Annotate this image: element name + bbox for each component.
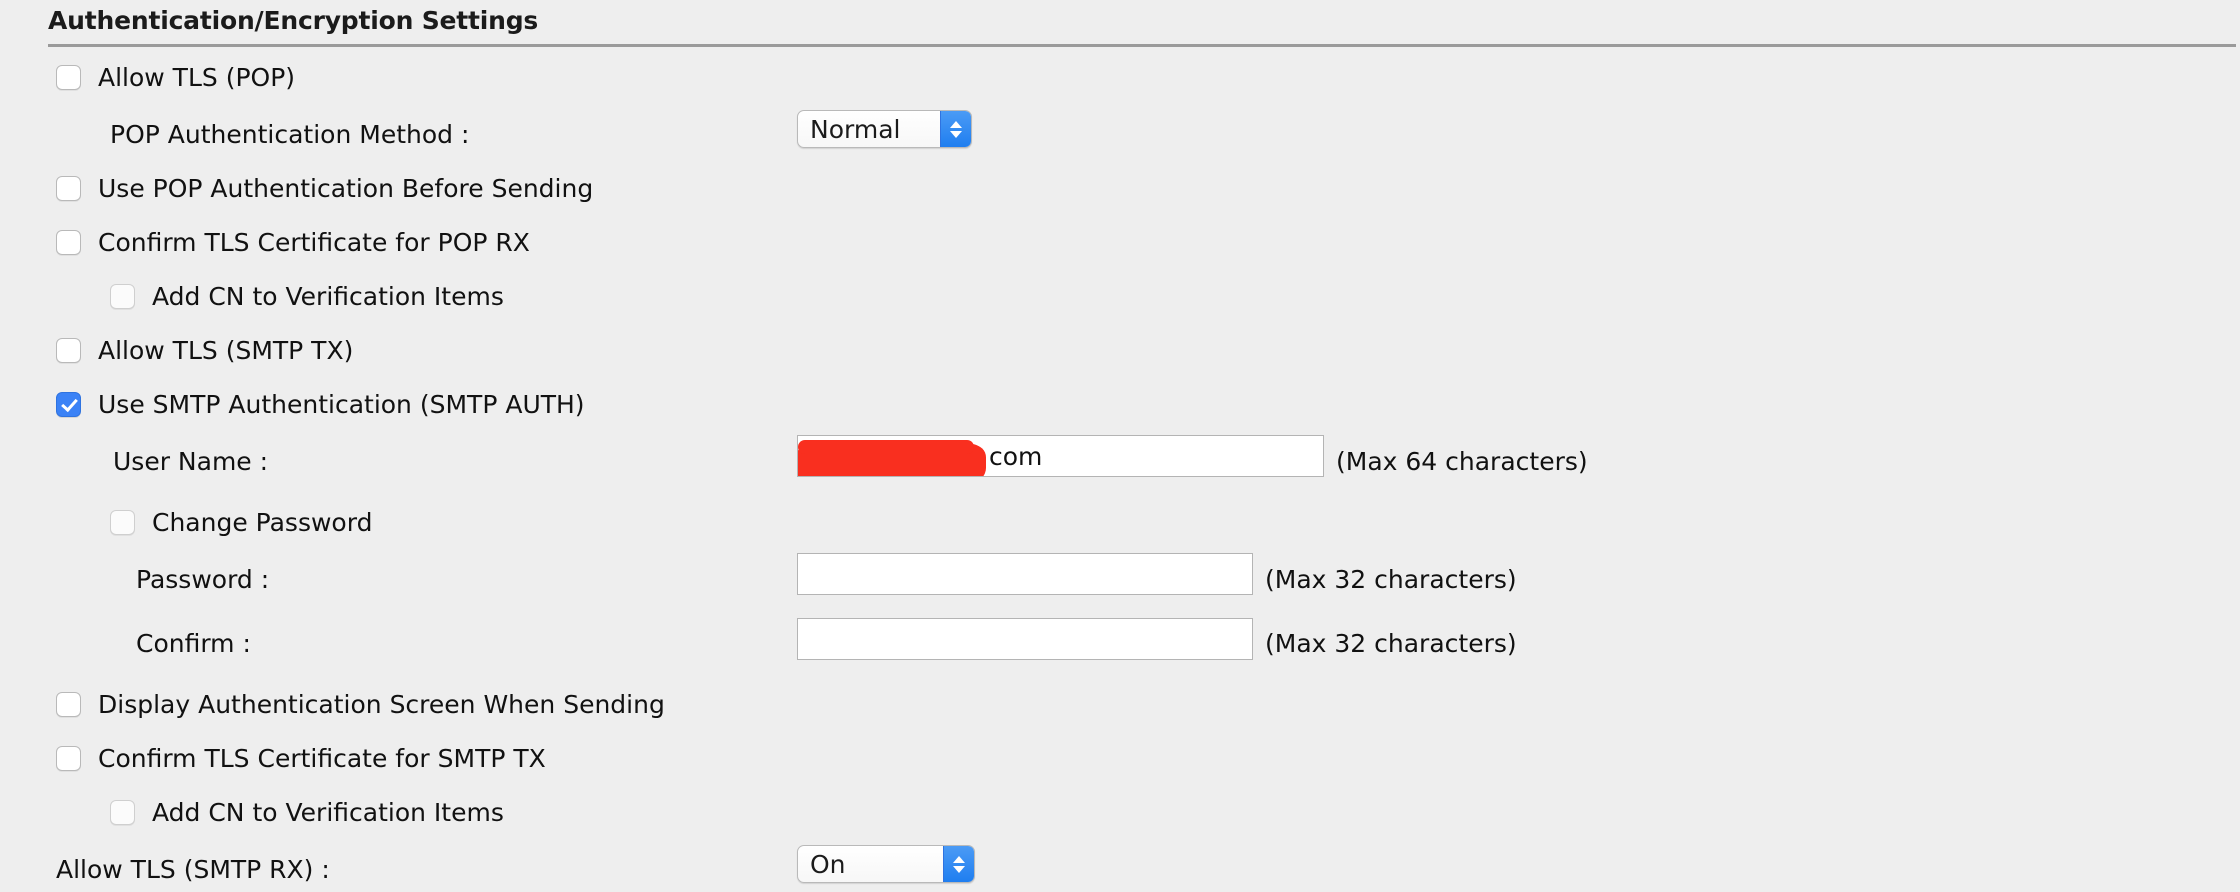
- checkbox-label-confirm-tls-cert-pop-rx: Confirm TLS Certificate for POP RX: [98, 228, 530, 257]
- checkbox-use-pop-auth-before-sending[interactable]: [56, 176, 81, 201]
- checkbox-use-smtp-auth[interactable]: [56, 392, 81, 417]
- checkbox-row-allow-tls-smtp-tx[interactable]: Allow TLS (SMTP TX): [56, 338, 353, 363]
- redaction-mark: [798, 440, 984, 476]
- checkbox-confirm-tls-cert-pop-rx[interactable]: [56, 230, 81, 255]
- checkbox-confirm-tls-cert-smtp-tx[interactable]: [56, 746, 81, 771]
- input-user-name[interactable]: com: [797, 435, 1324, 477]
- checkbox-label-confirm-tls-cert-smtp-tx: Confirm TLS Certificate for SMTP TX: [98, 744, 546, 773]
- select-value-pop-auth-method: Normal: [810, 114, 901, 144]
- chevron-down-icon: [950, 130, 962, 138]
- checkbox-label-display-auth-screen: Display Authentication Screen When Sendi…: [98, 690, 665, 719]
- label-user-name: User Name :: [113, 447, 269, 476]
- checkbox-label-allow-tls-pop: Allow TLS (POP): [98, 63, 296, 92]
- label-confirm: Confirm :: [136, 629, 251, 658]
- input-password[interactable]: [797, 553, 1253, 595]
- checkbox-row-use-pop-auth-before-sending[interactable]: Use POP Authentication Before Sending: [56, 176, 593, 201]
- stepper-icon-allow-tls-smtp-rx[interactable]: [943, 846, 974, 882]
- label-pop-auth-method: POP Authentication Method :: [110, 120, 470, 149]
- chevron-down-icon: [953, 865, 965, 873]
- checkbox-allow-tls-pop[interactable]: [56, 65, 81, 90]
- chevron-up-icon: [950, 120, 962, 128]
- checkbox-label-add-cn-smtp: Add CN to Verification Items: [152, 798, 504, 827]
- label-password: Password :: [136, 565, 270, 594]
- checkbox-add-cn-smtp[interactable]: [110, 800, 135, 825]
- checkbox-row-change-password[interactable]: Change Password: [110, 510, 372, 535]
- checkbox-allow-tls-smtp-tx[interactable]: [56, 338, 81, 363]
- input-confirm[interactable]: [797, 618, 1253, 660]
- label-allow-tls-smtp-rx: Allow TLS (SMTP RX) :: [56, 855, 330, 884]
- checkbox-row-use-smtp-auth[interactable]: Use SMTP Authentication (SMTP AUTH): [56, 392, 585, 417]
- checkbox-row-display-auth-screen[interactable]: Display Authentication Screen When Sendi…: [56, 692, 665, 717]
- settings-page: Authentication/Encryption Settings Allow…: [0, 0, 2240, 892]
- select-value-allow-tls-smtp-rx: On: [810, 849, 846, 879]
- checkbox-display-auth-screen[interactable]: [56, 692, 81, 717]
- hint-confirm: (Max 32 characters): [1265, 629, 1517, 658]
- checkbox-label-allow-tls-smtp-tx: Allow TLS (SMTP TX): [98, 336, 354, 365]
- checkbox-row-confirm-tls-cert-smtp-tx[interactable]: Confirm TLS Certificate for SMTP TX: [56, 746, 546, 771]
- checkbox-label-add-cn-pop: Add CN to Verification Items: [152, 282, 504, 311]
- checkbox-label-change-password: Change Password: [152, 508, 373, 537]
- checkbox-row-add-cn-smtp[interactable]: Add CN to Verification Items: [110, 800, 504, 825]
- chevron-up-icon: [953, 855, 965, 863]
- hint-password: (Max 32 characters): [1265, 565, 1517, 594]
- checkbox-row-confirm-tls-cert-pop-rx[interactable]: Confirm TLS Certificate for POP RX: [56, 230, 530, 255]
- checkbox-add-cn-pop[interactable]: [110, 284, 135, 309]
- checkbox-label-use-smtp-auth: Use SMTP Authentication (SMTP AUTH): [98, 390, 585, 419]
- checkbox-row-add-cn-pop[interactable]: Add CN to Verification Items: [110, 284, 504, 309]
- page-title: Authentication/Encryption Settings: [48, 6, 539, 35]
- hint-user-name: (Max 64 characters): [1336, 447, 1588, 476]
- select-pop-auth-method[interactable]: Normal: [797, 110, 972, 148]
- checkbox-change-password[interactable]: [110, 510, 135, 535]
- checkbox-label-use-pop-auth-before-sending: Use POP Authentication Before Sending: [98, 174, 594, 203]
- checkbox-row-allow-tls-pop[interactable]: Allow TLS (POP): [56, 65, 295, 90]
- select-allow-tls-smtp-rx[interactable]: On: [797, 845, 975, 883]
- header-divider: [48, 44, 2236, 47]
- stepper-icon-pop-auth-method[interactable]: [940, 111, 971, 147]
